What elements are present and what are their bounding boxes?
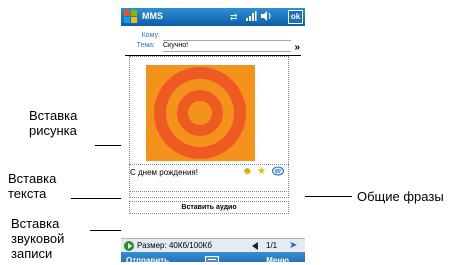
- orange-concentric-circles-image[interactable]: [146, 65, 255, 161]
- connectivity-icon[interactable]: ⇄: [230, 10, 238, 24]
- callout-insert-audio-line1: Вставка: [11, 216, 60, 231]
- keyboard-icon[interactable]: [205, 256, 219, 262]
- menu-softkey[interactable]: Меню: [266, 252, 289, 262]
- slide-counter: 1/1: [266, 241, 278, 250]
- next-slide-icon[interactable]: ➤: [289, 239, 297, 252]
- insert-audio-button[interactable]: Вставить аудио: [129, 201, 289, 214]
- title-bar: MMS ⇄ ok: [121, 8, 305, 26]
- windows-start-icon[interactable]: [124, 10, 137, 23]
- star-icon[interactable]: ★: [257, 166, 266, 177]
- slide-text: С днем рождения!: [130, 168, 198, 177]
- callout-insert-picture-line2: рисунка: [29, 123, 77, 138]
- callout-insert-audio-line3: записи: [11, 246, 53, 261]
- callout-insert-picture-line1: Вставка: [29, 108, 78, 123]
- expand-header-icon[interactable]: »: [294, 42, 300, 53]
- status-bar: Размер: 40Кб/100Кб 1/1 ➤: [121, 238, 305, 252]
- previous-slide-icon[interactable]: [252, 242, 258, 250]
- smiley-icon[interactable]: ☻: [242, 166, 253, 177]
- ok-button[interactable]: ok: [288, 10, 303, 24]
- callout-insert-text: Вставка текста: [8, 171, 56, 201]
- message-size: Размер: 40Кб/100Кб: [137, 241, 212, 250]
- callout-insert-text-line2: текста: [8, 186, 47, 201]
- callout-insert-audio: Вставка звуковой записи: [11, 216, 64, 261]
- callout-insert-picture: Вставка рисунка: [29, 108, 77, 138]
- subject-label: Тема:: [136, 42, 155, 49]
- callout-insert-audio-line2: звуковой: [11, 231, 65, 246]
- phone-screen: MMS ⇄ ok Кому: Тема: Скучно! » С днем ро…: [121, 8, 305, 262]
- callout-common-phrases: Общие фразы: [357, 189, 444, 204]
- app-title: MMS: [142, 11, 163, 21]
- subject-field-underline: [163, 51, 291, 52]
- play-icon[interactable]: [124, 241, 134, 251]
- signal-icon[interactable]: [245, 10, 257, 24]
- speech-bubble-icon[interactable]: [272, 166, 284, 180]
- send-softkey[interactable]: Отправить: [126, 252, 169, 262]
- subject-field[interactable]: Скучно!: [163, 40, 188, 51]
- subject-field-row: Тема: Скучно!: [121, 40, 305, 51]
- softkey-bar: Отправить Меню: [121, 252, 305, 262]
- callout-insert-text-pointer: [71, 198, 123, 199]
- callout-insert-text-line1: Вставка: [8, 171, 57, 186]
- volume-icon[interactable]: [260, 10, 272, 24]
